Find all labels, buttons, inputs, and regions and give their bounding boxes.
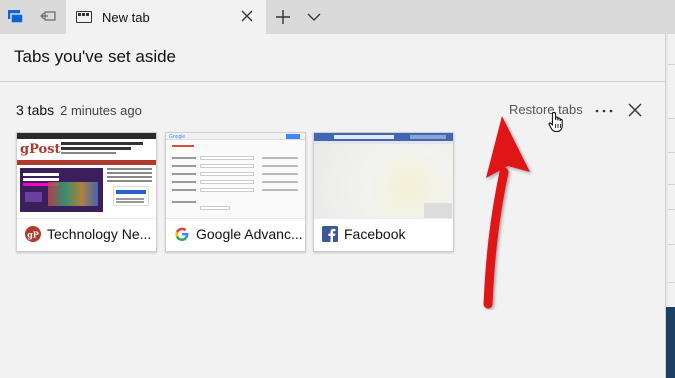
facebook-icon bbox=[322, 226, 338, 242]
tab-card-title: Technology Ne... bbox=[47, 226, 152, 242]
group-header: 3 tabs 2 minutes ago bbox=[16, 102, 142, 118]
tabs-set-aside-pane: Tabs you've set aside 3 tabs 2 minutes ag… bbox=[0, 34, 666, 378]
tab-card-facebook[interactable]: Facebook bbox=[313, 132, 454, 252]
background-window bbox=[666, 307, 675, 378]
new-tab-button[interactable] bbox=[272, 6, 294, 28]
divider bbox=[0, 81, 666, 82]
tab-card-title: Google Advanc... bbox=[196, 226, 303, 242]
page-thumbnail: Google bbox=[166, 133, 305, 219]
thumbnail-ad bbox=[20, 168, 103, 212]
page-thumbnail bbox=[314, 133, 453, 219]
tabs-aside-button[interactable] bbox=[0, 0, 32, 34]
svg-text:gP: gP bbox=[27, 230, 39, 240]
set-aside-icon bbox=[40, 11, 56, 21]
tab-new-tab[interactable]: New tab bbox=[66, 0, 266, 34]
tab-card-technology-news[interactable]: gPost gP Technology Ne... bbox=[16, 132, 157, 252]
google-icon bbox=[175, 227, 189, 241]
thumbnail-heading bbox=[172, 145, 194, 147]
tab-card-google-advanced[interactable]: Google Google Advanc... bbox=[165, 132, 306, 252]
thumbnail-headline bbox=[61, 142, 143, 145]
pane-title: Tabs you've set aside bbox=[14, 47, 177, 66]
new-tab-icon bbox=[76, 11, 92, 23]
tab-card-title: Facebook bbox=[344, 226, 406, 242]
thumbnail-download-button bbox=[113, 186, 149, 206]
tabs-aside-icon bbox=[8, 10, 24, 24]
tab-title: New tab bbox=[102, 9, 150, 25]
tab-count: 3 tabs bbox=[16, 102, 55, 118]
thumbnail-logo: Google bbox=[169, 134, 186, 140]
hand-cursor-icon bbox=[548, 111, 563, 132]
tab-preview-chevron-icon[interactable] bbox=[303, 6, 325, 28]
remove-group-icon[interactable] bbox=[628, 103, 642, 117]
close-tab-icon[interactable] bbox=[240, 9, 254, 23]
group-age: 2 minutes ago bbox=[60, 103, 142, 118]
more-options-icon[interactable] bbox=[593, 106, 615, 116]
thumbnail-logo: gPost bbox=[20, 142, 61, 157]
page-thumbnail: gPost bbox=[17, 133, 156, 219]
tab-strip: New tab bbox=[0, 0, 675, 34]
set-tabs-aside-button[interactable] bbox=[32, 0, 64, 34]
groovypost-icon: gP bbox=[25, 226, 41, 242]
annotation-arrow-icon bbox=[483, 116, 530, 309]
